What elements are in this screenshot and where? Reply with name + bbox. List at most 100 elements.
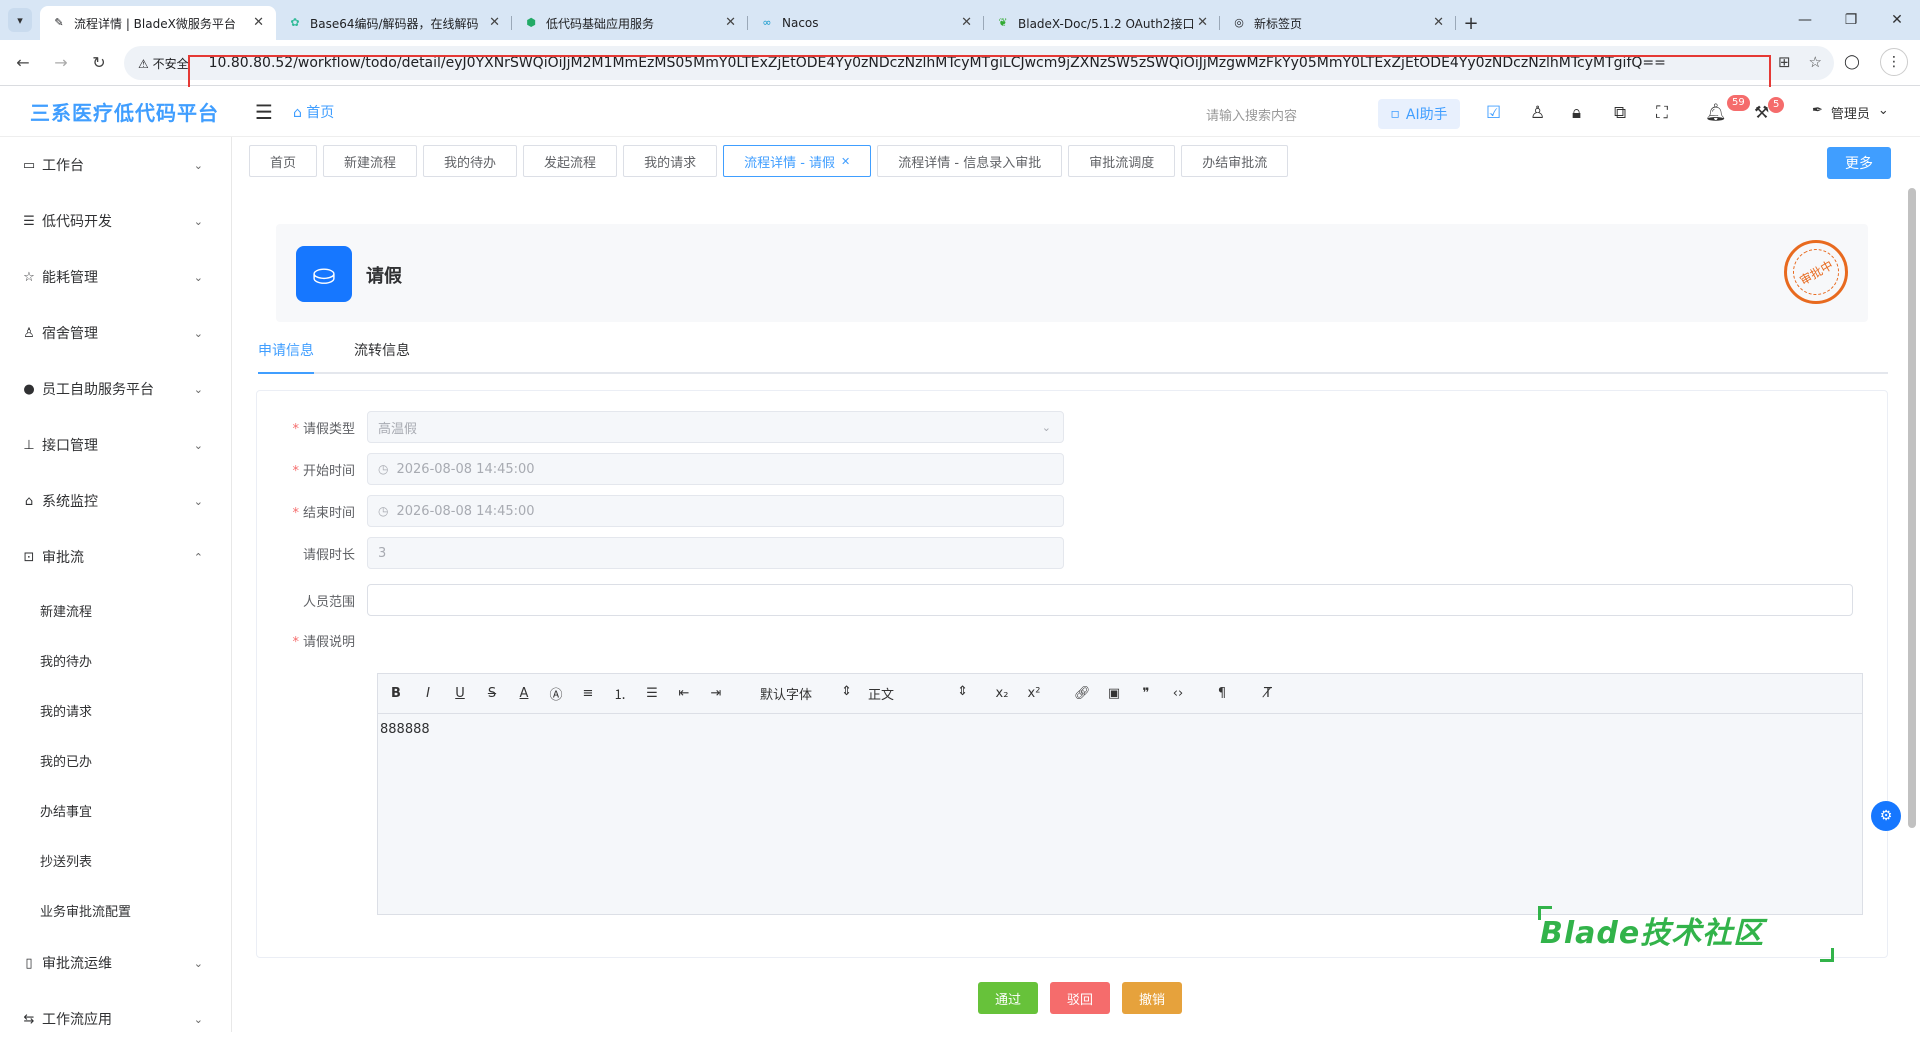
clear-format-icon[interactable]: T̸ xyxy=(1260,686,1276,701)
user-menu[interactable]: ✒ 管理员 ⌄ xyxy=(1812,103,1889,122)
bullet-list-icon[interactable]: ☰ xyxy=(644,686,660,701)
tag-finished[interactable]: 办结审批流 xyxy=(1181,145,1289,177)
app-logo[interactable]: 三系医疗低代码平台 xyxy=(30,97,219,126)
ai-assistant-button[interactable]: ▫ AI助手 xyxy=(1378,99,1460,129)
reload-button[interactable]: ↻ xyxy=(84,48,114,78)
new-tab-button[interactable]: + xyxy=(1456,6,1486,40)
shirt-icon[interactable]: ♙ xyxy=(1530,103,1545,123)
browser-tab-newtab[interactable]: ◎ 新标签页 ✕ xyxy=(1220,6,1456,40)
page-scrollbar[interactable] xyxy=(1908,188,1916,828)
sidebar-item-monitor[interactable]: ⌂ 系统监控 ⌄ xyxy=(0,473,231,529)
url-text[interactable]: 10.80.80.52/workflow/todo/detail/eyJ0YXN… xyxy=(209,55,1666,71)
link-icon[interactable]: 🔗︎ xyxy=(1074,686,1091,701)
scope-input[interactable] xyxy=(367,584,1853,616)
tag-dispatch[interactable]: 审批流调度 xyxy=(1068,145,1176,177)
sidebar-item-selfservice[interactable]: ● 员工自助服务平台 ⌄ xyxy=(0,361,231,417)
reject-button[interactable]: 驳回 xyxy=(1050,982,1110,1014)
tag-leave-detail[interactable]: 流程详情 - 请假 ✕ xyxy=(723,145,872,177)
bold-icon[interactable]: B xyxy=(388,686,404,701)
indent-icon[interactable]: ⇥ xyxy=(708,686,724,701)
close-icon[interactable]: ✕ xyxy=(961,15,972,30)
tag-start-flow[interactable]: 发起流程 xyxy=(523,145,618,177)
tag-home[interactable]: 首页 xyxy=(249,145,318,177)
text-color-icon[interactable]: A xyxy=(516,686,532,701)
end-time-picker[interactable]: ◷ 2026-08-08 14:45:00 xyxy=(367,495,1064,527)
tag-my-requests[interactable]: 我的请求 xyxy=(623,145,718,177)
tab-application-info[interactable]: 申请信息 xyxy=(258,338,314,374)
checkbox-icon[interactable]: ☑ xyxy=(1486,103,1501,123)
hamburger-menu-icon[interactable]: ☰ xyxy=(255,100,273,124)
browser-menu-icon[interactable]: ⋮ xyxy=(1880,48,1908,76)
font-family-select[interactable]: 默认字体 ⇕ xyxy=(760,684,852,703)
strikethrough-icon[interactable]: S xyxy=(484,686,500,701)
back-button[interactable]: ← xyxy=(8,48,38,78)
image-icon[interactable]: ▣ xyxy=(1106,686,1122,701)
leave-type-select[interactable]: 高温假 ⌄ xyxy=(367,411,1064,443)
sidebar-subitem-new-flow[interactable]: 新建流程 xyxy=(0,585,231,635)
quote-icon[interactable]: ❞ xyxy=(1138,686,1154,701)
duration-input[interactable]: 3 xyxy=(367,537,1064,569)
bell-icon[interactable]: 🔔︎ xyxy=(1705,103,1727,123)
browser-tab-lowcode[interactable]: ⬢ 低代码基础应用服务 ✕ xyxy=(512,6,748,40)
tab-search-button[interactable]: ▾ xyxy=(8,8,32,32)
close-icon[interactable]: ✕ xyxy=(1433,15,1444,30)
tools-icon[interactable]: ⚒ xyxy=(1754,103,1769,123)
settings-float-button[interactable]: ⚙ xyxy=(1871,801,1901,831)
outdent-icon[interactable]: ⇤ xyxy=(676,686,692,701)
lock-icon[interactable]: 🔒︎ xyxy=(1572,103,1581,123)
sidebar-item-approval-ops[interactable]: ▯ 审批流运维 ⌄ xyxy=(0,935,231,991)
browser-tab-workflow[interactable]: ✎ 流程详情 | BladeX微服务平台 ✕ xyxy=(40,6,276,40)
home-link[interactable]: ⌂ 首页 xyxy=(293,102,334,122)
italic-icon[interactable]: I xyxy=(420,686,436,701)
align-icon[interactable]: ≡ xyxy=(580,686,596,701)
ordered-list-icon[interactable]: ⒈ xyxy=(612,684,628,703)
sidebar-item-workflow-app[interactable]: ⇆ 工作流应用 ⌄ xyxy=(0,991,231,1047)
direction-icon[interactable]: ¶ xyxy=(1214,686,1230,701)
close-icon[interactable]: ✕ xyxy=(725,15,736,30)
global-search-input[interactable]: 请输入搜索内容 xyxy=(1206,105,1297,124)
sidebar-item-dorm[interactable]: ♙ 宿舍管理 ⌄ xyxy=(0,305,231,361)
fullscreen-icon[interactable]: ⛶ xyxy=(1656,103,1668,123)
sidebar-item-approval[interactable]: ⊡ 审批流 ⌃ xyxy=(0,529,231,585)
close-icon[interactable]: ✕ xyxy=(1197,15,1208,30)
security-indicator[interactable]: ⚠ 不安全 xyxy=(132,53,195,74)
tag-info-detail[interactable]: 流程详情 - 信息录入审批 xyxy=(877,145,1063,177)
forward-button[interactable]: → xyxy=(46,48,76,78)
close-icon[interactable]: ✕ xyxy=(489,15,500,30)
sidebar-item-energy[interactable]: ☆ 能耗管理 ⌄ xyxy=(0,249,231,305)
sidebar-item-workbench[interactable]: ▭ 工作台 ⌄ xyxy=(0,137,231,193)
tag-todo[interactable]: 我的待办 xyxy=(423,145,518,177)
sidebar-item-api[interactable]: ⊥ 接口管理 ⌄ xyxy=(0,417,231,473)
tab-flow-info[interactable]: 流转信息 xyxy=(354,338,410,372)
tag-new-flow[interactable]: 新建流程 xyxy=(323,145,418,177)
bookmark-star-icon[interactable]: ☆ xyxy=(1809,53,1822,71)
more-tags-button[interactable]: 更多 xyxy=(1827,147,1891,179)
sidebar-subitem-config[interactable]: 业务审批流配置 xyxy=(0,885,231,935)
subscript-icon[interactable]: x₂ xyxy=(994,686,1010,701)
sidebar-item-lowcode[interactable]: ☰ 低代码开发 ⌄ xyxy=(0,193,231,249)
approve-button[interactable]: 通过 xyxy=(978,982,1038,1014)
sidebar-subitem-finished[interactable]: 办结事宜 xyxy=(0,785,231,835)
sidebar-subitem-done[interactable]: 我的已办 xyxy=(0,735,231,785)
background-color-icon[interactable]: Ⓐ xyxy=(548,684,564,703)
code-icon[interactable]: ‹› xyxy=(1170,686,1186,701)
editor-content[interactable]: 888888 xyxy=(378,714,1862,745)
font-size-select[interactable]: 正文 ⇕ xyxy=(868,684,968,703)
browser-tab-nacos[interactable]: ∞ Nacos ✕ xyxy=(748,6,984,40)
minimize-button[interactable]: — xyxy=(1782,0,1828,40)
profile-icon[interactable]: ◯ xyxy=(1838,48,1866,76)
close-icon[interactable]: ✕ xyxy=(253,15,264,30)
close-icon[interactable]: ✕ xyxy=(841,155,850,168)
address-bar[interactable]: ⚠ 不安全 10.80.80.52/workflow/todo/detail/e… xyxy=(124,46,1834,80)
sidebar-subitem-todo[interactable]: 我的待办 xyxy=(0,635,231,685)
browser-tab-bladex-doc[interactable]: ❦ BladeX-Doc/5.1.2 OAuth2接口 ✕ xyxy=(984,6,1220,40)
sidebar-subitem-requests[interactable]: 我的请求 xyxy=(0,685,231,735)
start-time-picker[interactable]: ◷ 2026-08-08 14:45:00 xyxy=(367,453,1064,485)
sidebar-subitem-cc[interactable]: 抄送列表 xyxy=(0,835,231,885)
maximize-button[interactable]: ❐ xyxy=(1828,0,1874,40)
browser-tab-base64[interactable]: ✿ Base64编码/解码器，在线解码 ✕ xyxy=(276,6,512,40)
window-close-button[interactable]: ✕ xyxy=(1874,0,1920,40)
superscript-icon[interactable]: x² xyxy=(1026,686,1042,701)
translate-icon[interactable]: ⊞ xyxy=(1778,53,1791,71)
underline-icon[interactable]: U xyxy=(452,686,468,701)
